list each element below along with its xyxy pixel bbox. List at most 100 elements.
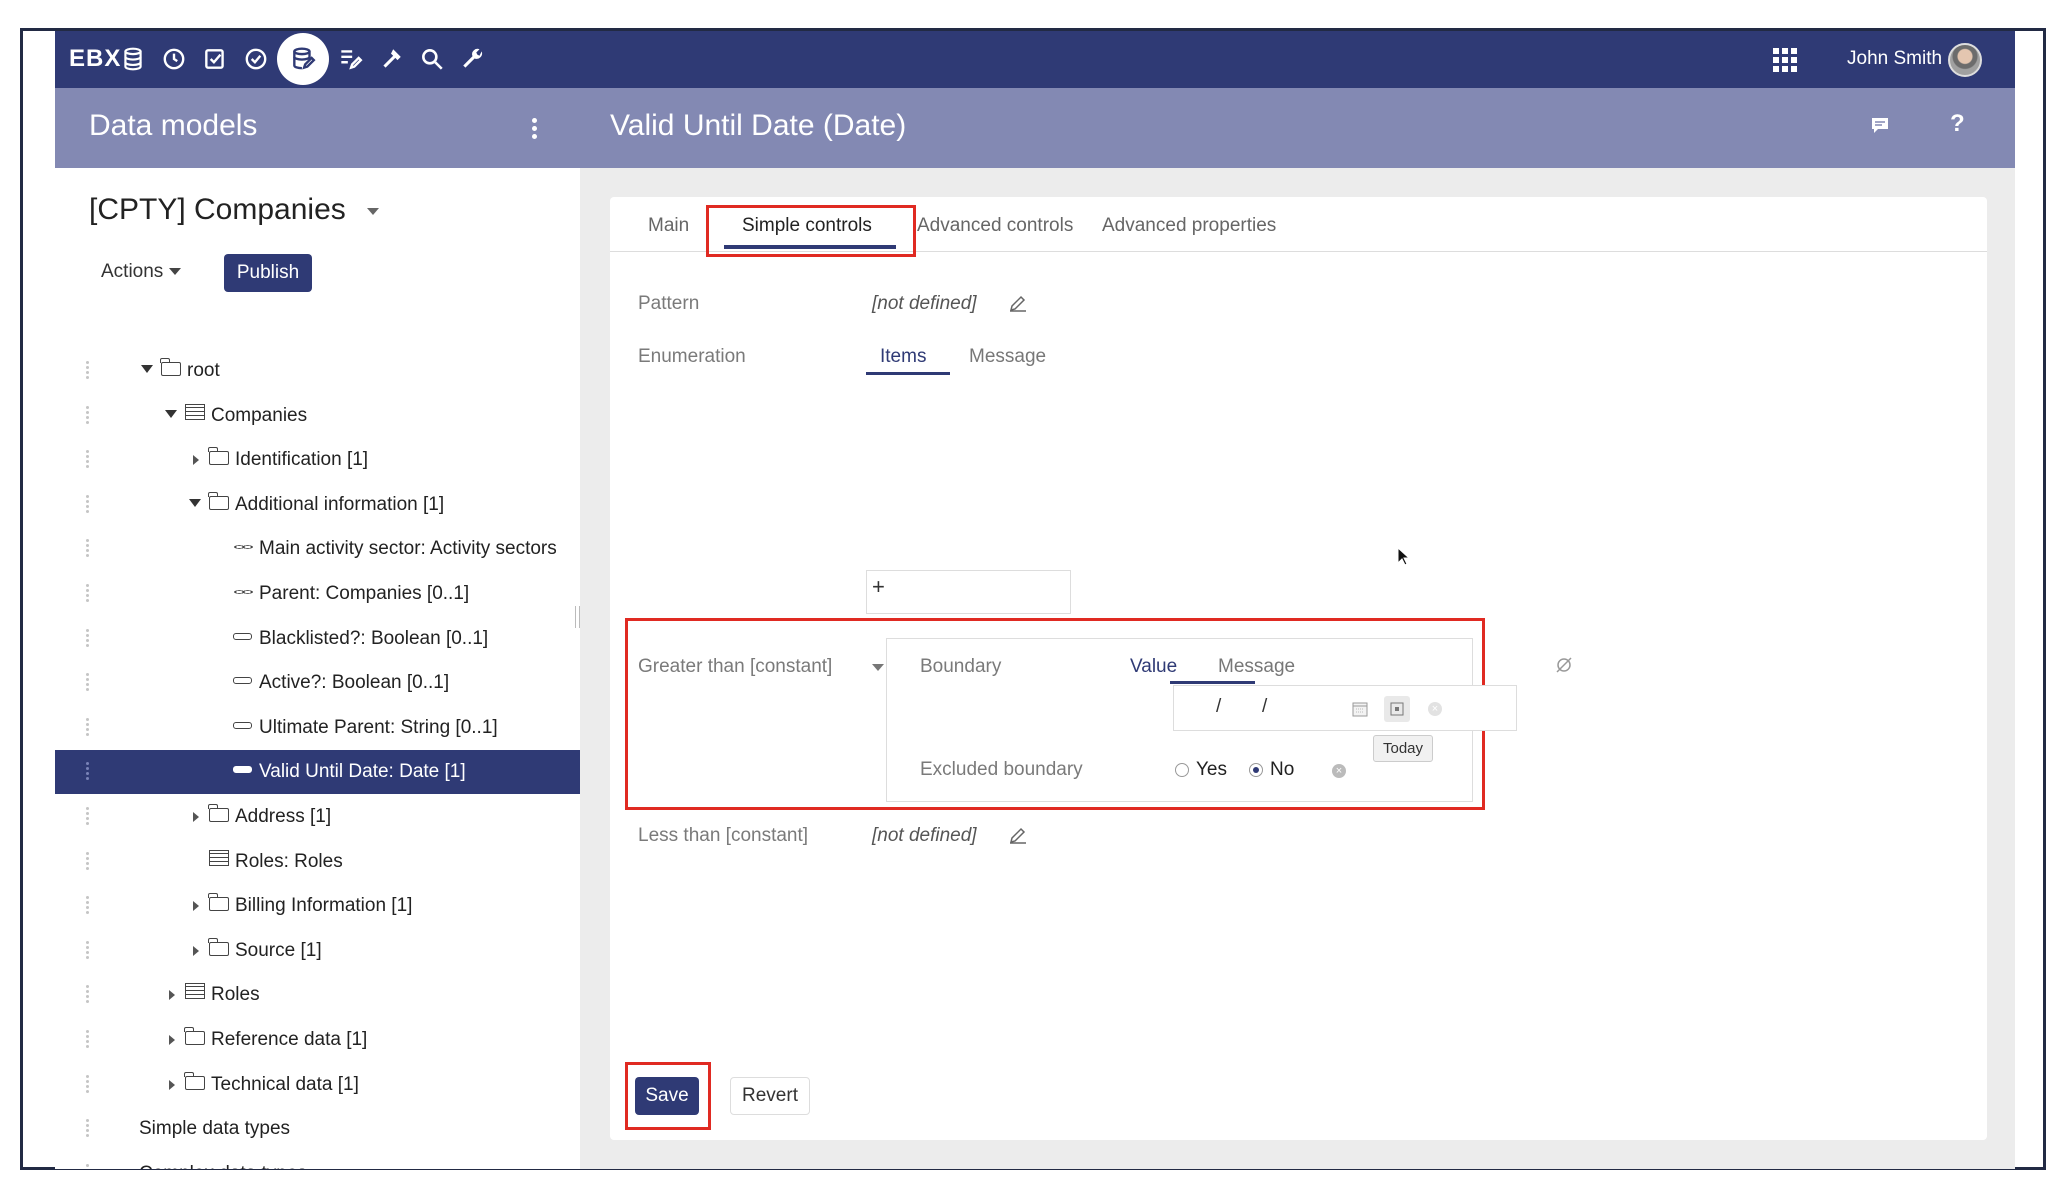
- check-circle-icon[interactable]: [236, 39, 276, 79]
- excluded-yes-label[interactable]: Yes: [1196, 759, 1227, 781]
- caret-down-icon: [169, 268, 182, 276]
- save-button[interactable]: Save: [635, 1077, 699, 1115]
- enum-tab-message[interactable]: Message: [969, 346, 1046, 368]
- boundary-date-input[interactable]: [1173, 685, 1517, 731]
- tree-node[interactable]: Blacklisted?: Boolean [0..1]: [55, 617, 580, 661]
- expand-toggle-open-icon[interactable]: [141, 365, 153, 373]
- clear-excluded-icon[interactable]: ×: [1332, 764, 1346, 778]
- tasks-icon[interactable]: [195, 39, 235, 79]
- tree-node[interactable]: Source [1]: [55, 929, 580, 973]
- more-options-icon[interactable]: [532, 118, 537, 142]
- drag-handle-icon[interactable]: [86, 1119, 89, 1139]
- today-calendar-icon: [1390, 702, 1404, 716]
- drag-handle-icon[interactable]: [86, 629, 89, 649]
- drag-handle-icon[interactable]: [86, 941, 89, 961]
- drag-handle-icon[interactable]: [86, 896, 89, 916]
- apps-grid-icon[interactable]: [1773, 48, 1797, 72]
- actions-menu-button[interactable]: Actions: [101, 261, 182, 283]
- drag-handle-icon[interactable]: [86, 1164, 89, 1169]
- database-icon[interactable]: [113, 39, 153, 79]
- drag-handle-icon[interactable]: [86, 495, 89, 515]
- expand-toggle-closed-icon[interactable]: [193, 946, 199, 956]
- wrench-icon[interactable]: [453, 39, 493, 79]
- avatar[interactable]: [1948, 43, 1982, 77]
- greater-than-dropdown-icon[interactable]: [872, 664, 884, 671]
- drag-handle-icon[interactable]: [86, 584, 89, 604]
- null-value-icon[interactable]: [1555, 656, 1573, 674]
- expand-toggle-open-icon[interactable]: [189, 499, 201, 507]
- boundary-tab-message[interactable]: Message: [1218, 656, 1295, 678]
- workflow-icon[interactable]: [330, 39, 370, 79]
- clear-date-icon[interactable]: ×: [1428, 702, 1442, 716]
- tree-node[interactable]: Complex data types: [55, 1152, 580, 1169]
- enum-tab-items[interactable]: Items: [880, 346, 926, 368]
- search-icon[interactable]: [412, 39, 452, 79]
- tab-main[interactable]: Main: [648, 215, 689, 237]
- page-header: Data models Valid Until Date (Date) ?: [55, 88, 2015, 168]
- tree-node[interactable]: Identification [1]: [55, 438, 580, 482]
- edit-pattern-icon[interactable]: [1008, 293, 1028, 313]
- tree-node-label: Billing Information [1]: [235, 895, 413, 916]
- drag-handle-icon[interactable]: [86, 673, 89, 693]
- tree-node-selected[interactable]: Valid Until Date: Date [1]: [55, 750, 580, 794]
- drag-handle-icon[interactable]: [86, 406, 89, 426]
- drag-handle-icon[interactable]: [86, 852, 89, 872]
- tab-advanced-properties[interactable]: Advanced properties: [1102, 215, 1276, 237]
- help-icon[interactable]: ?: [1950, 110, 1965, 138]
- user-name[interactable]: John Smith: [1847, 48, 1942, 70]
- tree-node[interactable]: Main activity sector: Activity sectors: [55, 527, 580, 571]
- folder-icon: [184, 1072, 205, 1090]
- edit-less-than-icon[interactable]: [1008, 825, 1028, 845]
- add-enum-item-button[interactable]: +: [872, 574, 885, 600]
- tree-node-label: Main activity sector: Activity sectors: [259, 538, 557, 559]
- tree-node[interactable]: Roles: [55, 973, 580, 1017]
- drag-handle-icon[interactable]: [86, 361, 89, 381]
- tree-node[interactable]: root: [55, 349, 580, 393]
- expand-toggle-closed-icon[interactable]: [193, 812, 199, 822]
- tab-advanced-controls[interactable]: Advanced controls: [917, 215, 1073, 237]
- publish-button[interactable]: Publish: [224, 254, 312, 292]
- tree-node[interactable]: Reference data [1]: [55, 1018, 580, 1062]
- tree-node[interactable]: Companies: [55, 394, 580, 438]
- tree-node[interactable]: Active?: Boolean [0..1]: [55, 661, 580, 705]
- expand-toggle-closed-icon[interactable]: [193, 901, 199, 911]
- tree-node[interactable]: Ultimate Parent: String [0..1]: [55, 706, 580, 750]
- less-than-label: Less than [constant]: [638, 825, 809, 846]
- tree-node[interactable]: Simple data types: [55, 1107, 580, 1151]
- drag-handle-icon[interactable]: [86, 450, 89, 470]
- drag-handle-icon[interactable]: [86, 539, 89, 559]
- drag-handle-icon[interactable]: [86, 985, 89, 1005]
- expand-toggle-closed-icon[interactable]: [169, 990, 175, 1000]
- drag-handle-icon[interactable]: [86, 1030, 89, 1050]
- drag-handle-icon[interactable]: [86, 762, 89, 782]
- history-icon[interactable]: [154, 39, 194, 79]
- tree-node-label: Additional information [1]: [235, 494, 445, 515]
- enum-active-tab-indicator: [866, 372, 950, 375]
- excluded-no-radio[interactable]: [1249, 763, 1263, 777]
- expand-toggle-open-icon[interactable]: [165, 410, 177, 418]
- tree-node[interactable]: Parent: Companies [0..1]: [55, 572, 580, 616]
- tree-node-label: Reference data [1]: [211, 1029, 368, 1050]
- tree-node[interactable]: Technical data [1]: [55, 1063, 580, 1107]
- calendar-icon[interactable]: [1352, 701, 1368, 717]
- expand-toggle-closed-icon[interactable]: [193, 455, 199, 465]
- revert-button[interactable]: Revert: [730, 1077, 810, 1115]
- excluded-yes-radio[interactable]: [1175, 763, 1189, 777]
- field-icon: [233, 633, 252, 640]
- tree-node[interactable]: Billing Information [1]: [55, 884, 580, 928]
- drag-handle-icon[interactable]: [86, 718, 89, 738]
- chevron-down-icon[interactable]: [367, 208, 379, 215]
- expand-toggle-closed-icon[interactable]: [169, 1080, 175, 1090]
- boundary-tab-value[interactable]: Value: [1130, 656, 1177, 678]
- comment-icon[interactable]: [1870, 116, 1890, 136]
- drag-handle-icon[interactable]: [86, 1075, 89, 1095]
- data-model-icon[interactable]: [277, 33, 329, 85]
- tree-node[interactable]: Address [1]: [55, 795, 580, 839]
- actions-label: Actions: [101, 261, 164, 282]
- drag-handle-icon[interactable]: [86, 807, 89, 827]
- expand-toggle-closed-icon[interactable]: [169, 1035, 175, 1045]
- tree-node[interactable]: Roles: Roles: [55, 840, 580, 884]
- excluded-no-label[interactable]: No: [1270, 759, 1294, 781]
- tools-icon[interactable]: [371, 39, 411, 79]
- tree-node[interactable]: Additional information [1]: [55, 483, 580, 527]
